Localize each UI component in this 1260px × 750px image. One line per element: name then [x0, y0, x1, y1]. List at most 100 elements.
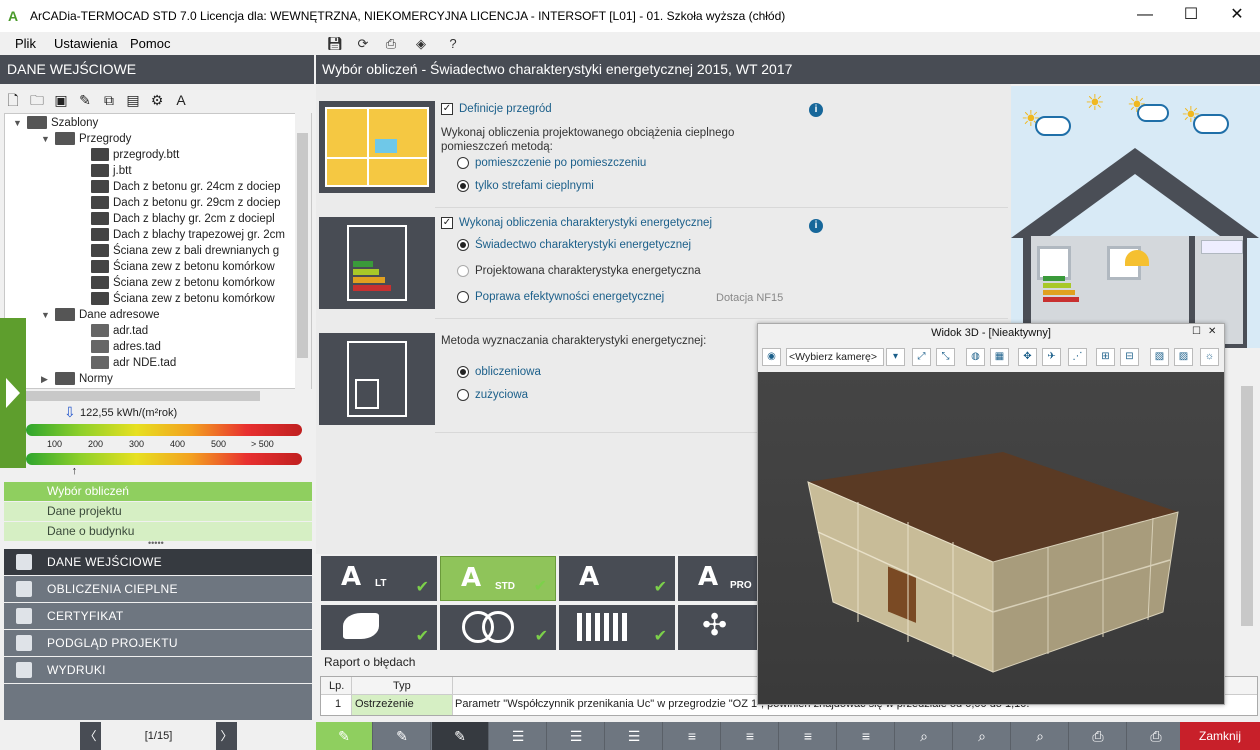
save-icon[interactable]: 💾︎ [326, 35, 344, 52]
module-tile-std[interactable]: A STD ✔ [440, 556, 556, 601]
doc-list-icon[interactable]: ☰ [606, 722, 663, 750]
settings-icon[interactable]: ⚙︎ [148, 91, 166, 109]
menu-pomoc[interactable]: Pomoc [130, 36, 170, 51]
view-icon[interactable]: ▧ [1150, 348, 1169, 366]
radio-zuzyciowa[interactable]: zużyciowa [457, 389, 528, 401]
view-3d-window[interactable]: Widok 3D - [Nieaktywny] ☐ ✕ ◉ <Wybierz k… [757, 323, 1225, 705]
tree-node[interactable]: ▶ Normy [41, 371, 113, 387]
pager-next-button[interactable]: 〉 [216, 722, 237, 750]
module-tile-pro[interactable]: A PRO [678, 556, 757, 601]
new-file-icon[interactable]: 🗋︎ [4, 91, 22, 109]
radio-obliczeniowa[interactable]: obliczeniowa [457, 366, 541, 378]
tree-horizontal-scrollbar[interactable] [4, 389, 294, 403]
align-icon[interactable]: ≡ [780, 722, 837, 750]
tree-leaf[interactable]: j.btt [91, 163, 132, 179]
doc-edit-icon[interactable]: ✎ [316, 722, 373, 750]
view2-icon[interactable]: ▨ [1174, 348, 1193, 366]
tree-node[interactable]: ▼ Szablony [13, 115, 98, 131]
menu-ustawienia[interactable]: Ustawienia [54, 36, 118, 51]
light-icon[interactable]: ☼ [1200, 348, 1219, 366]
tree-leaf[interactable]: Dach z betonu gr. 24cm z dociep [91, 179, 281, 195]
close-button[interactable]: Zamknij [1180, 722, 1260, 750]
charakterystyka-checkbox[interactable]: ✓ Wykonaj obliczenia charakterystyki ener… [441, 217, 712, 229]
subnav-dane-projektu[interactable]: Dane projektu [4, 502, 312, 521]
save-file-icon[interactable]: ▣ [52, 91, 70, 109]
doc-edit-icon[interactable]: ✎ [374, 722, 431, 750]
radio-strefami[interactable]: tylko strefami cieplnymi [457, 180, 594, 192]
walk-icon[interactable]: ⋰ [1068, 348, 1087, 366]
definicje-przegrod-checkbox[interactable]: ✓ Definicje przegród [441, 103, 552, 115]
help-icon[interactable]: ? [444, 35, 462, 52]
zoom-window-icon[interactable]: ⤡ [936, 348, 955, 366]
radio-pomieszczenie[interactable]: pomieszczenie po pomieszczeniu [457, 157, 646, 169]
tree-leaf[interactable]: Ściana zew z bali drewnianych g [91, 243, 279, 259]
tree-leaf[interactable]: adr.tad [91, 323, 148, 339]
collapse-panel-handle[interactable] [0, 318, 26, 468]
align-icon[interactable]: ≡ [664, 722, 721, 750]
tree-node[interactable]: ▼ Dane adresowe [41, 307, 160, 323]
section-icon[interactable]: ⊞ [1096, 348, 1115, 366]
library-icon[interactable]: ◈ [412, 35, 430, 52]
nav-podglad-projektu[interactable]: PODGLĄD PROJEKTU [4, 630, 312, 656]
refresh-icon[interactable]: ⟳ [354, 35, 372, 52]
radio-swiadectwo[interactable]: Świadectwo charakterystyki energetycznej [457, 239, 691, 251]
render-icon[interactable]: ◍ [966, 348, 985, 366]
nav-obliczenia-cieplne[interactable]: OBLICZENIA CIEPLNE [4, 576, 312, 602]
pager-prev-button[interactable]: 〈 [80, 722, 101, 750]
module-tile-lt[interactable]: A LT ✔ [321, 556, 437, 601]
orbit-icon[interactable]: ✥ [1018, 348, 1037, 366]
fly-icon[interactable]: ✈︎ [1042, 348, 1061, 366]
search-doc-icon[interactable]: ⌕ [896, 722, 953, 750]
tree-leaf[interactable]: Ściana zew z betonu komórkow [91, 275, 275, 291]
module-tile-fan[interactable]: ✣ [678, 605, 757, 650]
subnav-more[interactable]: ••••• [148, 538, 164, 548]
printer-icon[interactable]: ⎙ [1070, 722, 1127, 750]
tree-leaf[interactable]: Dach z blachy gr. 2cm z dociepl [91, 211, 275, 227]
nav-certyfikat[interactable]: CERTYFIKAT [4, 603, 312, 629]
minimize-button[interactable]: — [1122, 0, 1168, 32]
restore-icon[interactable]: ☐ [1192, 326, 1201, 337]
tree-leaf[interactable]: Ściana zew z betonu komórkow [91, 291, 275, 307]
subnav-wybor-obliczen[interactable]: Wybór obliczeń [4, 482, 312, 501]
radio-poprawa[interactable]: Poprawa efektywności energetycznej [457, 291, 664, 303]
camera-dropdown-icon[interactable]: ▾ [886, 348, 905, 366]
search-doc-icon[interactable]: ⌕ [954, 722, 1011, 750]
tree-leaf[interactable]: Dach z blachy trapezowej gr. 2cm [91, 227, 285, 243]
module-tile-leaf[interactable]: ✔ [321, 605, 437, 650]
tree-leaf[interactable]: adres.tad [91, 339, 161, 355]
copy-icon[interactable]: ⧉ [100, 91, 118, 109]
search-doc-icon[interactable]: ⌕ [1012, 722, 1069, 750]
tree-leaf[interactable]: Dach z betonu gr. 29cm z dociep [91, 195, 281, 211]
section2-icon[interactable]: ⊟ [1120, 348, 1139, 366]
camera-icon[interactable]: ◉ [762, 348, 781, 366]
tree-leaf[interactable]: przegrody.btt [91, 147, 179, 163]
info-icon[interactable]: i [809, 219, 823, 233]
printer-icon[interactable]: ⎙ [1128, 722, 1185, 750]
module-tile-radiator[interactable]: ✔ [559, 605, 675, 650]
menu-plik[interactable]: Plik [15, 36, 36, 51]
module-tile-meter[interactable]: ✔ [440, 605, 556, 650]
view-3d-canvas[interactable] [758, 372, 1224, 704]
maximize-button[interactable]: ☐ [1168, 0, 1214, 32]
nav-wydruki[interactable]: WYDRUKI [4, 657, 312, 683]
close-icon[interactable]: ✕ [1208, 326, 1216, 337]
doc-edit-icon[interactable]: ✎ [432, 722, 489, 750]
align-icon[interactable]: ≡ [722, 722, 779, 750]
edit-file-icon[interactable]: ✎ [76, 91, 94, 109]
tree-vertical-scrollbar[interactable] [295, 113, 311, 389]
doc-list-icon[interactable]: ☰ [548, 722, 605, 750]
template-tree[interactable]: ▼ Szablony ▼ Przegrody przegrody.btt j.btt… [4, 113, 312, 389]
preview-icon[interactable]: ⎙ [382, 35, 400, 52]
nav-dane-wejsciowe[interactable]: DANE WEJŚCIOWE [4, 549, 312, 575]
doc-list-icon[interactable]: ☰ [490, 722, 547, 750]
align-icon[interactable]: ≡ [838, 722, 895, 750]
zoom-extents-icon[interactable]: ⤢ [912, 348, 931, 366]
close-window-button[interactable]: ✕ [1214, 0, 1260, 32]
arcadia-icon[interactable]: A [172, 91, 190, 109]
info-icon[interactable]: i [809, 103, 823, 117]
module-tile-a[interactable]: A ✔ [559, 556, 675, 601]
tree-leaf[interactable]: Ściana zew z betonu komórkow [91, 259, 275, 275]
radio-projektowana[interactable]: Projektowana charakterystyka energetyczn… [457, 265, 701, 277]
tree-node[interactable]: ▼ Przegrody [41, 131, 131, 147]
camera-select[interactable]: <Wybierz kamerę> [786, 348, 884, 366]
